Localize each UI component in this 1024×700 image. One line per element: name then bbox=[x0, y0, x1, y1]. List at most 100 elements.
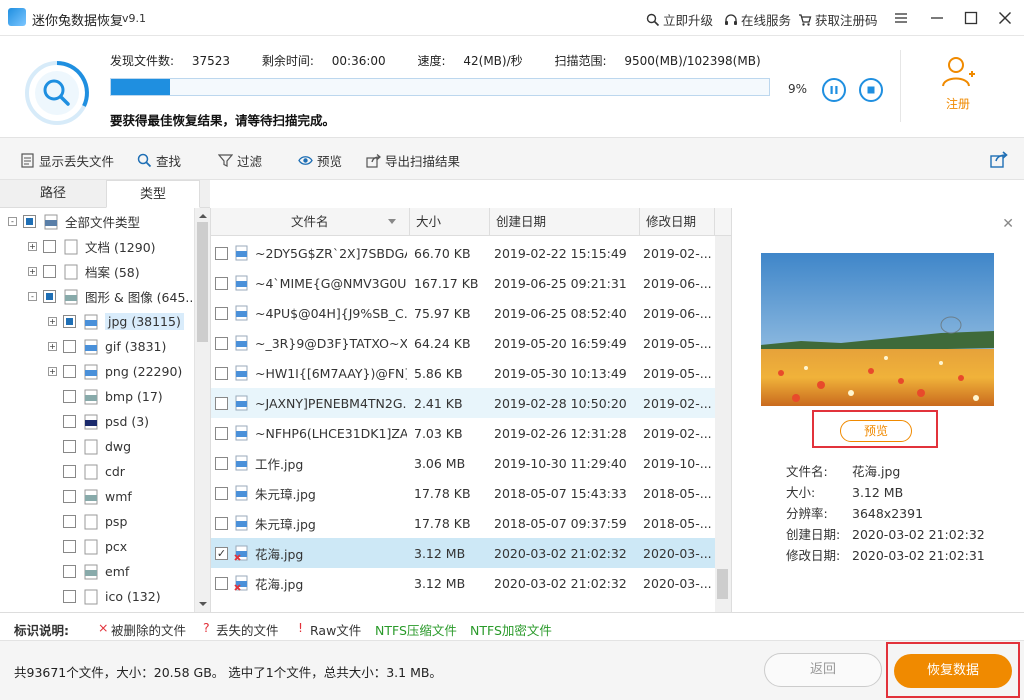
pause-button[interactable] bbox=[822, 78, 846, 102]
tree-checkbox[interactable] bbox=[63, 340, 76, 353]
col-header-name[interactable]: 文件名 bbox=[211, 208, 410, 236]
tab-type[interactable]: 类型 bbox=[106, 180, 200, 208]
col-header-created[interactable]: 创建日期 bbox=[490, 208, 640, 236]
file-list-scrollbar[interactable] bbox=[715, 236, 731, 612]
file-row[interactable]: ~NFHP6(LHCE31DK1]ZA... 7.03 KB 2019-02-26 … bbox=[211, 418, 715, 448]
file-checkbox[interactable] bbox=[215, 246, 228, 260]
file-checkbox[interactable] bbox=[215, 426, 228, 440]
tree-checkbox[interactable] bbox=[63, 465, 76, 478]
tree-item[interactable]: - 全部文件类型 bbox=[8, 209, 140, 234]
tree-checkbox[interactable] bbox=[63, 365, 76, 378]
file-row[interactable]: 花海.jpg 3.12 MB 2020-03-02 21:02:32 2020-03-… bbox=[211, 568, 715, 598]
tree-item[interactable]: wmf bbox=[48, 484, 132, 509]
tree-expander-icon[interactable]: - bbox=[28, 292, 37, 301]
file-modified: 2018-05-... bbox=[643, 485, 712, 501]
scroll-up-icon[interactable] bbox=[195, 210, 211, 222]
tree-checkbox[interactable] bbox=[63, 490, 76, 503]
tree-expander-icon[interactable]: + bbox=[48, 367, 57, 376]
file-checkbox[interactable] bbox=[215, 396, 228, 410]
file-row[interactable]: ~4PU$@04H]{J9%SB_C... 75.97 KB 2019-06-25 … bbox=[211, 298, 715, 328]
file-row[interactable]: ~2DY5G$ZR`2X]7SBDGA... 66.70 KB 2019-02-22… bbox=[211, 238, 715, 268]
minimize-button[interactable] bbox=[926, 8, 948, 28]
tree-checkbox[interactable] bbox=[63, 315, 76, 328]
tab-path[interactable]: 路径 bbox=[0, 180, 106, 208]
col-header-modified[interactable]: 修改日期 bbox=[640, 208, 715, 236]
filter-button[interactable]: 过滤 bbox=[218, 151, 262, 170]
tree-item[interactable]: cdr bbox=[48, 459, 125, 484]
tree-checkbox[interactable] bbox=[43, 290, 56, 303]
tree-item[interactable]: + jpg (38115) bbox=[48, 309, 184, 334]
tree-checkbox[interactable] bbox=[63, 565, 76, 578]
tree-checkbox[interactable] bbox=[43, 265, 56, 278]
file-checkbox[interactable] bbox=[215, 336, 228, 350]
upgrade-link[interactable]: 立即升级 bbox=[646, 10, 713, 29]
get-code-link[interactable]: 获取注册码 bbox=[798, 10, 878, 29]
tree-checkbox[interactable] bbox=[23, 215, 36, 228]
file-checkbox[interactable] bbox=[215, 576, 228, 590]
file-row[interactable]: ~HW1I{[6M7AAY})@FN]K... 5.86 KB 2019-05-30… bbox=[211, 358, 715, 388]
file-checkbox[interactable] bbox=[215, 366, 228, 380]
tree-expander-icon[interactable]: - bbox=[8, 217, 17, 226]
tree-item[interactable]: dwg bbox=[48, 434, 131, 459]
tree-item[interactable]: + png (22290) bbox=[48, 359, 182, 384]
resolution-value: 3648x2391 bbox=[852, 506, 924, 521]
file-checkbox[interactable] bbox=[215, 276, 228, 290]
jpg-file-icon bbox=[235, 335, 248, 350]
preview-toolbar-button[interactable]: 预览 bbox=[298, 151, 342, 170]
file-checkbox[interactable] bbox=[215, 516, 228, 530]
tree-checkbox[interactable] bbox=[63, 440, 76, 453]
tree-checkbox[interactable] bbox=[63, 390, 76, 403]
preview-button[interactable]: 预览 bbox=[840, 420, 912, 442]
share-icon[interactable] bbox=[990, 150, 1008, 168]
tree-expander-icon[interactable]: + bbox=[48, 342, 57, 351]
export-results-button[interactable]: 导出扫描结果 bbox=[366, 151, 460, 170]
show-lost-files-button[interactable]: 显示丢失文件 bbox=[20, 151, 114, 170]
tree-item[interactable]: bmp (17) bbox=[48, 384, 163, 409]
file-row[interactable]: ~4`MIME{G@NMV3G0UE... 167.17 KB 2019-06-25… bbox=[211, 268, 715, 298]
pause-icon bbox=[830, 86, 838, 94]
online-service-link[interactable]: 在线服务 bbox=[724, 10, 791, 29]
tree-item[interactable]: ico (132) bbox=[48, 584, 161, 609]
tree-expander-icon[interactable]: + bbox=[48, 317, 57, 326]
menu-button[interactable] bbox=[890, 8, 912, 28]
tree-checkbox[interactable] bbox=[63, 540, 76, 553]
file-checkbox[interactable] bbox=[215, 456, 228, 470]
tree-scroll-thumb[interactable] bbox=[197, 222, 208, 342]
tree-item[interactable]: pcx bbox=[48, 534, 127, 559]
tree-item[interactable]: emf bbox=[48, 559, 129, 584]
file-row[interactable]: ✓ 花海.jpg 3.12 MB 2020-03-02 21:02:32 2020-03… bbox=[211, 538, 715, 568]
back-button[interactable]: 返回 bbox=[764, 653, 882, 687]
file-checkbox[interactable] bbox=[215, 486, 228, 500]
tree-item[interactable]: psp bbox=[48, 509, 127, 534]
stop-button[interactable] bbox=[859, 78, 883, 102]
file-checkbox[interactable]: ✓ bbox=[215, 546, 228, 560]
file-row[interactable]: 朱元璋.jpg 17.78 KB 2018-05-07 15:43:33 2018-0… bbox=[211, 478, 715, 508]
close-button[interactable] bbox=[994, 8, 1016, 28]
tree-item[interactable]: + gif (3831) bbox=[48, 334, 166, 359]
tree-scrollbar[interactable] bbox=[194, 208, 210, 612]
legend-title: 标识说明: bbox=[14, 623, 69, 638]
find-button[interactable]: 查找 bbox=[137, 151, 181, 170]
close-preview-icon[interactable]: ✕ bbox=[1002, 216, 1014, 232]
file-row[interactable]: ~JAXNY]PENEBM4TN2G... 2.41 KB 2019-02-28 1… bbox=[211, 388, 715, 418]
file-row[interactable]: ~_3R}9@D3F}TATXO~X~... 64.24 KB 2019-05-20… bbox=[211, 328, 715, 358]
maximize-button[interactable] bbox=[960, 8, 982, 28]
file-row[interactable]: 工作.jpg 3.06 MB 2019-10-30 11:29:40 2019-10-… bbox=[211, 448, 715, 478]
file-checkbox[interactable] bbox=[215, 306, 228, 320]
scroll-down-icon[interactable] bbox=[195, 598, 211, 610]
tree-checkbox[interactable] bbox=[63, 590, 76, 603]
tree-item[interactable]: + 文档 (1290) bbox=[28, 234, 156, 259]
recover-data-button[interactable]: 恢复数据 bbox=[894, 654, 1012, 688]
col-header-size[interactable]: 大小 bbox=[410, 208, 490, 236]
register-button[interactable]: 注册 bbox=[930, 54, 986, 112]
tree-checkbox[interactable] bbox=[63, 515, 76, 528]
file-list-scroll-thumb[interactable] bbox=[717, 569, 728, 599]
tree-checkbox[interactable] bbox=[43, 240, 56, 253]
tree-item[interactable]: psd (3) bbox=[48, 409, 149, 434]
tree-checkbox[interactable] bbox=[63, 415, 76, 428]
tree-item[interactable]: + 档案 (58) bbox=[28, 259, 140, 284]
tree-item[interactable]: - 图形 & 图像 (645... bbox=[28, 284, 194, 309]
tree-expander-icon[interactable]: + bbox=[28, 242, 37, 251]
file-row[interactable]: 朱元璋.jpg 17.78 KB 2018-05-07 09:37:59 2018-0… bbox=[211, 508, 715, 538]
tree-expander-icon[interactable]: + bbox=[28, 267, 37, 276]
